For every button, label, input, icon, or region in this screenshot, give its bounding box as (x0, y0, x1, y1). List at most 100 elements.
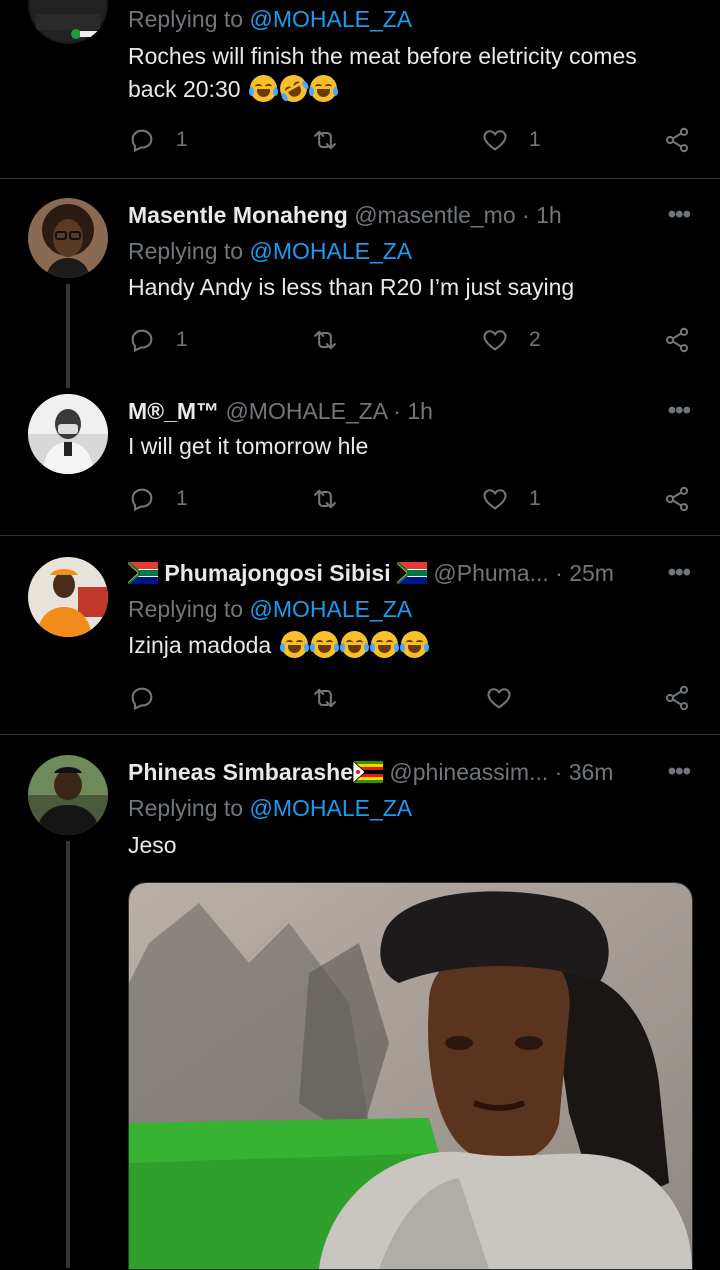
like-button[interactable]: 1 (481, 482, 541, 516)
replying-to-label: Replying to (128, 596, 244, 622)
tweet-header: M®_M™ @MOHALE_ZA · 1h (128, 396, 690, 426)
tweet-text: I will get it tomorrow hle (128, 433, 369, 459)
heart-icon (487, 688, 511, 709)
handle[interactable]: @masentle_mo (354, 202, 515, 228)
retweet-button[interactable] (311, 323, 339, 357)
more-options-button[interactable]: ••• (668, 559, 691, 587)
reply-button[interactable]: 1 (128, 482, 188, 516)
like-count: 1 (529, 487, 541, 510)
share-button[interactable] (663, 123, 691, 157)
tweet-text-body: Izinja madoda (128, 632, 272, 658)
replying-to-label: Replying to (128, 795, 244, 821)
reply-button[interactable]: 1 (128, 323, 188, 357)
rofl-emoji (274, 70, 312, 107)
reply-count: 1 (176, 128, 188, 151)
reply-icon (131, 129, 153, 153)
handle[interactable]: @phineassim... (389, 759, 548, 785)
retweet-icon (314, 489, 336, 509)
display-name[interactable]: M®_M™ (128, 398, 219, 424)
avatar[interactable] (28, 755, 108, 835)
share-icon (665, 685, 689, 711)
replying-to: Replying to @MOHALE_ZA (128, 594, 412, 624)
replying-to-label: Replying to (128, 6, 244, 32)
timestamp[interactable]: · 36m (555, 759, 614, 785)
retweet-button[interactable] (311, 482, 339, 516)
handle[interactable]: @Phuma... (433, 560, 548, 586)
share-button[interactable] (663, 482, 691, 516)
retweet-icon (314, 330, 336, 350)
tears-of-joy-emoji (369, 631, 399, 658)
replying-to: Replying to @MOHALE_ZA (128, 236, 412, 266)
tears-of-joy-emoji (308, 75, 338, 102)
tears-of-joy-emoji (248, 75, 278, 102)
tweet-text: Jeso (128, 832, 177, 858)
thread-line (66, 284, 70, 388)
reply-count: 1 (176, 328, 188, 351)
tears-of-joy-emoji (399, 631, 429, 658)
reply-icon (131, 488, 153, 512)
avatar[interactable] (28, 394, 108, 474)
display-name[interactable]: Masentle Monaheng (128, 202, 348, 228)
more-options-button[interactable]: ••• (668, 758, 691, 786)
heart-icon (483, 330, 507, 351)
reply-handle-link[interactable]: @MOHALE_ZA (249, 238, 412, 264)
share-icon (665, 486, 689, 512)
tweet-1[interactable]: Replying to @MOHALE_ZA Roches will finis… (0, 0, 720, 178)
share-icon (665, 327, 689, 353)
tweet-actions (128, 681, 698, 715)
reply-icon (131, 687, 153, 711)
tweet-media-image[interactable] (128, 882, 693, 1270)
like-button[interactable]: 1 (481, 123, 541, 157)
reply-handle-link[interactable]: @MOHALE_ZA (249, 596, 412, 622)
tweet-actions: 1 2 (128, 323, 698, 357)
timestamp[interactable]: · 1h (393, 398, 433, 424)
retweet-button[interactable] (311, 681, 339, 715)
like-count: 1 (529, 128, 541, 151)
share-button[interactable] (663, 323, 691, 357)
like-count: 2 (529, 328, 541, 351)
replying-to-label: Replying to (128, 238, 244, 264)
tweet-text: Roches will finish the meat before eletr… (128, 40, 680, 107)
tweet-actions: 1 1 (128, 482, 698, 516)
share-icon (665, 127, 689, 153)
reply-button[interactable]: 1 (128, 123, 188, 157)
avatar[interactable] (28, 0, 108, 44)
reply-handle-link[interactable]: @MOHALE_ZA (249, 6, 412, 32)
reply-count: 1 (176, 487, 188, 510)
timestamp[interactable]: · 25m (555, 560, 614, 586)
tears-of-joy-emoji (309, 631, 339, 658)
like-button[interactable] (485, 681, 513, 715)
tweet-actions: 1 1 (128, 123, 698, 157)
replying-to: Replying to @MOHALE_ZA (128, 4, 412, 34)
timestamp[interactable]: · 1h (522, 202, 562, 228)
avatar[interactable] (28, 557, 108, 637)
tweet-header: Phineas Simbarashe @phineassim... · 36m (128, 757, 690, 787)
avatar[interactable] (28, 198, 108, 278)
reply-icon (131, 329, 153, 353)
display-name[interactable]: Phineas Simbarashe (128, 759, 353, 785)
replying-to: Replying to @MOHALE_ZA (128, 793, 412, 823)
share-button[interactable] (663, 681, 691, 715)
meme-photo (129, 883, 692, 1269)
more-options-button[interactable]: ••• (668, 201, 691, 229)
retweet-button[interactable] (311, 123, 339, 157)
retweet-icon (314, 130, 336, 150)
thread-line (66, 841, 70, 1268)
display-name[interactable]: Phumajongosi Sibisi (164, 560, 390, 586)
tweet-text: Izinja madoda (128, 629, 680, 662)
retweet-icon (314, 688, 336, 708)
reply-handle-link[interactable]: @MOHALE_ZA (249, 795, 412, 821)
more-options-button[interactable]: ••• (668, 397, 691, 425)
tweet-text: Handy Andy is less than R20 I’m just say… (128, 274, 575, 300)
tweet-2[interactable]: Masentle Monaheng @masentle_mo · 1h ••• … (0, 179, 720, 388)
heart-icon (483, 489, 507, 510)
tweet-3[interactable]: M®_M™ @MOHALE_ZA · 1h ••• I will get it … (0, 375, 720, 535)
south-africa-flag-icon (128, 562, 158, 584)
handle[interactable]: @MOHALE_ZA (225, 398, 386, 424)
reply-button[interactable] (128, 681, 156, 715)
tweet-header: Phumajongosi Sibisi @Phuma... · 25m (128, 558, 690, 588)
tweet-4[interactable]: Phumajongosi Sibisi @Phuma... · 25m ••• … (0, 536, 720, 734)
tears-of-joy-emoji (339, 631, 369, 658)
tweet-header: Masentle Monaheng @masentle_mo · 1h (128, 200, 690, 230)
like-button[interactable]: 2 (481, 323, 541, 357)
